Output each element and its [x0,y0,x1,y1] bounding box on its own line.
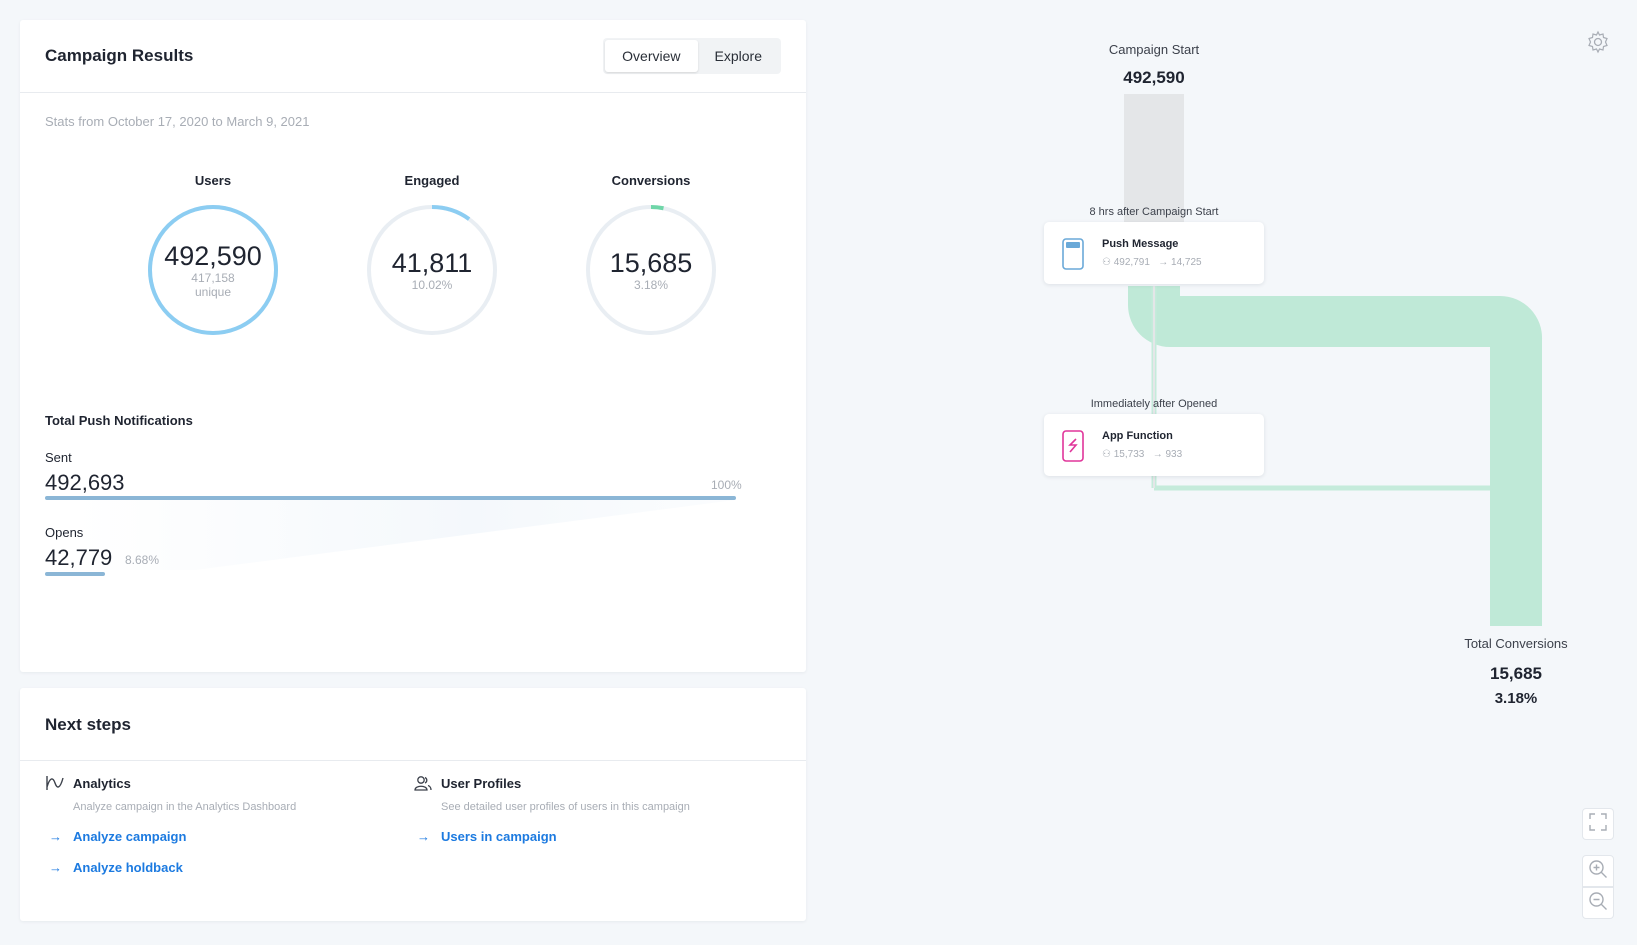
total-conversions-label: Total Conversions [1464,636,1568,651]
user-icon: ⚇ [1102,257,1111,268]
zoom-in-icon [1588,859,1608,884]
start-flow-bar [1124,94,1184,224]
zoom-in-button[interactable] [1582,855,1614,887]
node-title: App Function [1102,430,1173,442]
flow-diagram-paths [1124,94,1543,626]
fullscreen-button[interactable] [1582,808,1614,840]
zoom-out-button[interactable] [1582,887,1614,919]
gear-icon [1586,30,1610,59]
zoom-out-icon [1588,891,1608,916]
node-stats: ⚇ 15,733 → 933 [1102,449,1182,460]
node-users: 492,791 [1113,257,1150,268]
node-users: 15,733 [1113,449,1145,460]
node-forward: 933 [1165,449,1183,460]
push-node-caption: 8 hrs after Campaign Start [1089,206,1219,218]
settings-button[interactable] [1582,28,1614,60]
node-title: Push Message [1102,238,1179,250]
node-stats: ⚇ 492,791 → 14,725 [1102,257,1202,268]
user-icon: ⚇ [1102,449,1111,460]
campaign-start-label: Campaign Start [1108,42,1200,57]
app-function-node[interactable]: App Function ⚇ 15,733 → 933 [1044,414,1264,476]
app-node-caption: Immediately after Opened [1090,398,1218,410]
phone-icon [1062,238,1084,275]
fullscreen-icon [1589,812,1607,836]
arrow-right-icon: → [1158,257,1169,268]
campaign-start-value: 492,590 [1123,68,1185,87]
app-function-icon [1062,430,1084,467]
push-message-node[interactable]: Push Message ⚇ 492,791 → 14,725 [1044,222,1264,284]
total-conversions-value: 15,685 [1490,664,1542,683]
arrow-right-icon: → [1152,449,1163,460]
node-forward: 14,725 [1171,257,1202,268]
total-conversions-percent: 3.18% [1494,690,1538,707]
